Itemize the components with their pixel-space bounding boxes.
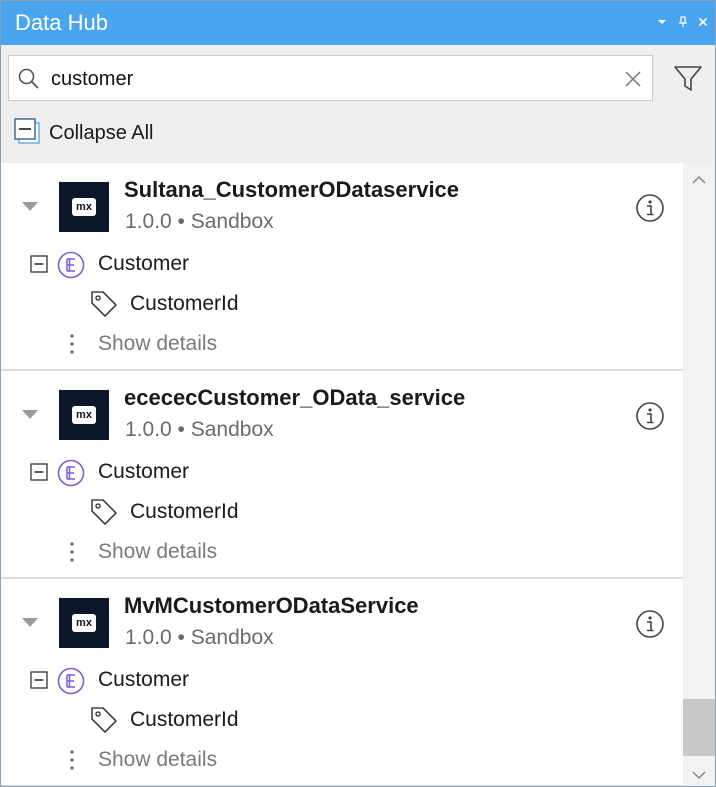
service-version-env: 1.0.0 • Sandbox — [125, 210, 274, 233]
search-toolbar: Collapse All — [1, 45, 715, 163]
expand-caret-icon[interactable] — [21, 613, 39, 632]
service-name[interactable]: MvMCustomerODataService — [124, 593, 419, 619]
panel-title: Data Hub — [15, 10, 108, 35]
close-icon[interactable] — [696, 13, 710, 31]
mendix-logo: mx — [59, 182, 109, 232]
expand-caret-icon[interactable] — [21, 405, 39, 424]
attribute-tag-icon — [89, 705, 119, 739]
info-icon[interactable] — [635, 401, 665, 435]
filter-icon[interactable] — [673, 65, 703, 97]
data-hub-panel: Data Hub Collapse All — [0, 0, 716, 787]
mendix-logo-text: mx — [72, 614, 96, 632]
scrollbar-thumb[interactable] — [683, 699, 715, 756]
results-list: mx Sultana_CustomerODataservice 1.0.0 • … — [1, 163, 683, 786]
collapse-entity-icon[interactable] — [30, 671, 48, 693]
scroll-up-icon[interactable] — [691, 171, 707, 190]
entity-icon — [57, 459, 85, 491]
collapse-all-button[interactable]: Collapse All — [13, 117, 154, 149]
entity-name[interactable]: Customer — [98, 252, 189, 276]
mendix-logo: mx — [59, 598, 109, 648]
mendix-logo-text: mx — [72, 198, 96, 216]
show-details-link[interactable]: Show details — [98, 748, 217, 772]
collapse-all-icon — [13, 117, 41, 149]
entity-icon — [57, 251, 85, 283]
result-card: mx Sultana_CustomerODataservice 1.0.0 • … — [1, 163, 683, 371]
more-vertical-icon — [69, 333, 75, 359]
mendix-logo-text: mx — [72, 406, 96, 424]
dropdown-icon[interactable] — [655, 13, 669, 31]
clear-search-icon[interactable] — [624, 70, 642, 92]
info-icon[interactable] — [635, 193, 665, 227]
more-vertical-icon — [69, 541, 75, 567]
title-bar: Data Hub — [1, 1, 715, 45]
service-name[interactable]: Sultana_CustomerODataservice — [124, 177, 459, 203]
scroll-down-icon[interactable] — [691, 766, 707, 785]
result-card: mx MvMCustomerODataService 1.0.0 • Sandb… — [1, 579, 683, 786]
result-card: mx ecececCustomer_OData_service 1.0.0 • … — [1, 371, 683, 579]
attribute-tag-icon — [89, 497, 119, 531]
collapse-entity-icon[interactable] — [30, 255, 48, 277]
show-details-link[interactable]: Show details — [98, 540, 217, 564]
expand-caret-icon[interactable] — [21, 197, 39, 216]
pin-icon[interactable] — [676, 13, 690, 31]
service-name[interactable]: ecececCustomer_OData_service — [124, 385, 465, 411]
collapse-all-label: Collapse All — [49, 121, 154, 144]
attribute-tag-icon — [89, 289, 119, 323]
entity-icon — [57, 667, 85, 699]
attribute-name[interactable]: CustomerId — [130, 292, 239, 316]
show-details-link[interactable]: Show details — [98, 332, 217, 356]
collapse-entity-icon[interactable] — [30, 463, 48, 485]
attribute-name[interactable]: CustomerId — [130, 708, 239, 732]
entity-name[interactable]: Customer — [98, 460, 189, 484]
attribute-name[interactable]: CustomerId — [130, 500, 239, 524]
mendix-logo: mx — [59, 390, 109, 440]
vertical-scrollbar[interactable] — [683, 163, 715, 786]
service-version-env: 1.0.0 • Sandbox — [125, 626, 274, 649]
entity-name[interactable]: Customer — [98, 668, 189, 692]
info-icon[interactable] — [635, 609, 665, 643]
service-version-env: 1.0.0 • Sandbox — [125, 418, 274, 441]
more-vertical-icon — [69, 749, 75, 775]
search-box[interactable] — [8, 55, 653, 101]
search-icon — [17, 67, 41, 95]
search-input[interactable] — [49, 62, 613, 96]
